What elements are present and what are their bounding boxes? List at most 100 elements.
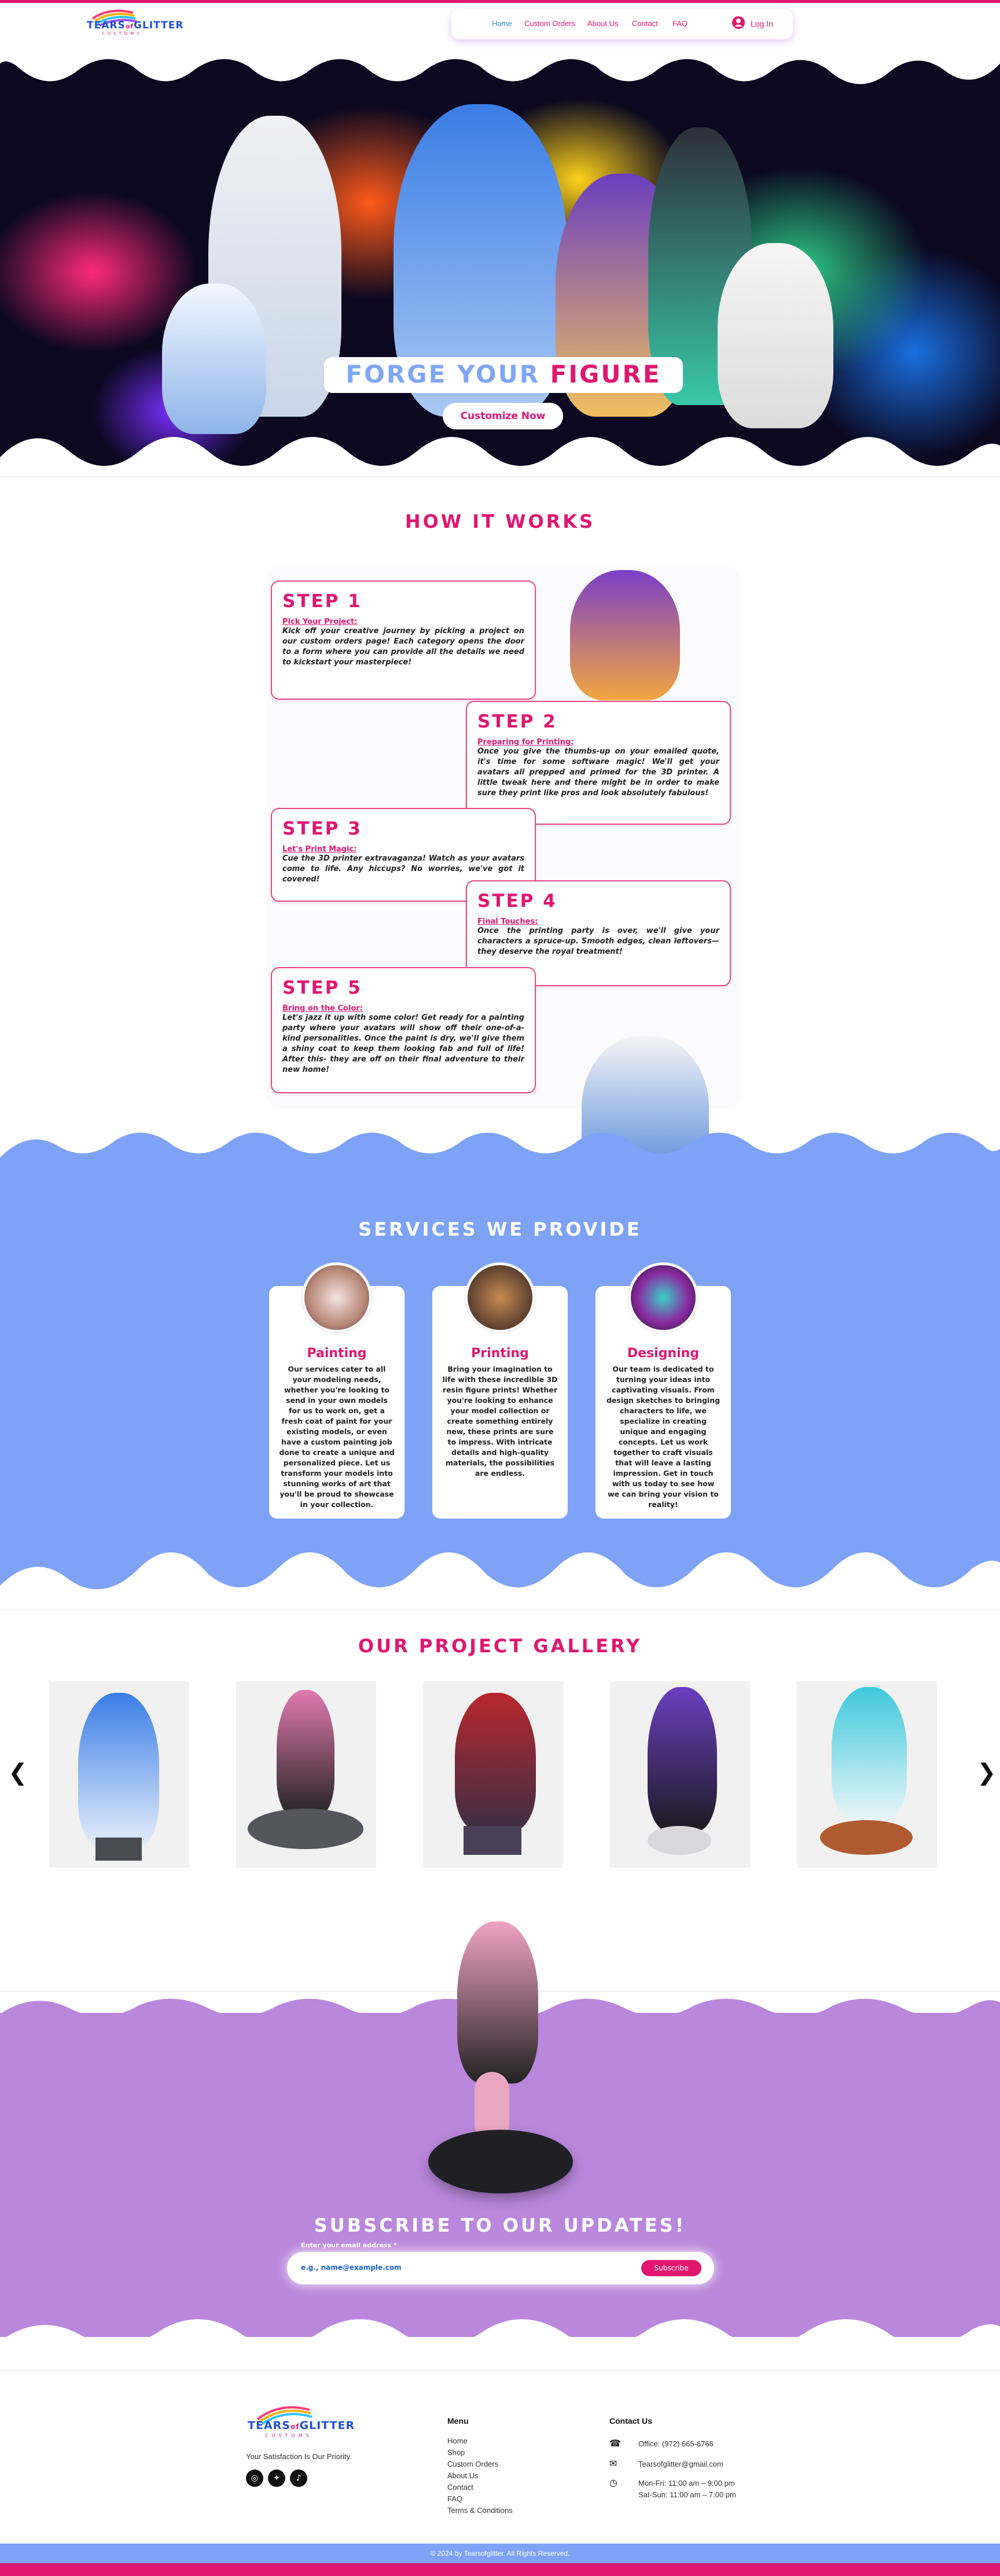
- service-card-designing: Designing Our team is dedicated to turni…: [595, 1263, 731, 1519]
- gallery-prev-arrow[interactable]: ❮: [8, 1759, 28, 1786]
- footer-bottom-accent: [0, 2563, 1000, 2576]
- gallery-base: [95, 1838, 142, 1861]
- phone-icon: ☎: [609, 2438, 621, 2449]
- step-subtitle: Pick Your Project:: [282, 618, 358, 626]
- step-card-1: STEP 1 Pick Your Project: Kick off your …: [271, 580, 536, 700]
- customize-now-button[interactable]: Customize Now: [443, 403, 563, 429]
- service-name: Painting: [307, 1346, 367, 1361]
- footer-link-shop[interactable]: Shop: [447, 2448, 465, 2457]
- step-text: Kick off your creative journey by pickin…: [282, 627, 524, 667]
- gallery-item-2[interactable]: [236, 1681, 376, 1868]
- hero-title: FORGE YOUR FIGURE: [345, 360, 661, 388]
- step-title: STEP 2: [477, 711, 557, 732]
- step-subtitle: Final Touches:: [477, 917, 538, 926]
- user-avatar-icon[interactable]: [732, 16, 745, 29]
- subscribe-title: SUBSCRIBE TO OUR UPDATES!: [314, 2214, 686, 2236]
- top-accent-line: [0, 0, 1000, 3]
- how-it-works-title: HOW IT WORKS: [405, 510, 595, 532]
- step-text: Let's jazz it up with some color! Get re…: [282, 1013, 524, 1074]
- hero-bottom-wave: [0, 437, 1000, 480]
- gallery-next-arrow[interactable]: ❯: [977, 1759, 997, 1786]
- instagram-icon[interactable]: ◎: [246, 2470, 263, 2487]
- service-description: Our services cater to all your modeling …: [279, 1365, 395, 1509]
- gallery-figure: [78, 1693, 159, 1849]
- divider: [0, 476, 1000, 477]
- step-card-2: STEP 2 Preparing for Printing: Once you …: [466, 701, 731, 825]
- nav-about-us[interactable]: About Us: [587, 19, 618, 28]
- gallery-item-3[interactable]: [423, 1681, 563, 1868]
- printing-image: [465, 1263, 535, 1332]
- step-title: STEP 4: [477, 891, 557, 912]
- subscribe-bottom-wave: [0, 2319, 1000, 2364]
- gallery-figure: [455, 1693, 536, 1832]
- nav-contact[interactable]: Contact: [632, 19, 658, 28]
- gallery-item-5[interactable]: [797, 1681, 937, 1868]
- footer-logo-subtext: CUSTOMS: [265, 2433, 312, 2438]
- login-link[interactable]: Log In: [751, 19, 773, 28]
- footer-contact-title: Contact Us: [609, 2416, 652, 2426]
- service-name: Printing: [471, 1346, 529, 1361]
- gallery-base: [464, 1826, 521, 1855]
- logo-text: TEARSofGLITTER: [87, 20, 184, 31]
- footer-email[interactable]: Tearsofglitter@gmail.com: [638, 2460, 723, 2468]
- gallery-figure: [277, 1690, 334, 1817]
- logo-subtext: CUSTOMS: [102, 31, 142, 36]
- footer-link-about[interactable]: About Us: [447, 2471, 478, 2480]
- subscribe-figure: [417, 1921, 579, 2199]
- footer-logo-text: TEARSofGLITTER: [248, 2419, 355, 2432]
- figure-pink-hair: [457, 1921, 538, 2083]
- step-title: STEP 5: [282, 978, 362, 998]
- step-text: Once the printing party is over, we'll g…: [477, 927, 719, 956]
- mail-icon: ✉: [609, 2458, 617, 2469]
- step-text: Once you give the thumbs-up on your emai…: [477, 747, 719, 798]
- service-name: Designing: [627, 1346, 700, 1361]
- email-placeholder: e.g., name@example.com: [301, 2263, 402, 2272]
- gallery-base: [820, 1820, 913, 1855]
- designing-image: [628, 1263, 698, 1332]
- gallery-base: [248, 1809, 363, 1849]
- service-description: Bring your imagination to life with thes…: [442, 1365, 558, 1478]
- figure-witch-step: [570, 570, 680, 700]
- gallery-item-4[interactable]: [610, 1681, 750, 1868]
- service-card-printing: Printing Bring your imagination to life …: [432, 1263, 568, 1519]
- nav-faq[interactable]: FAQ: [672, 19, 688, 28]
- step-subtitle: Let's Print Magic:: [282, 845, 357, 854]
- step-subtitle: Preparing for Printing:: [477, 738, 574, 747]
- services-top-wave: [0, 1133, 1000, 1163]
- footer-hours-weekday: Mon-Fri: 11:00 am – 9:00 pm: [638, 2479, 735, 2487]
- services-title: SERVICES WE PROVIDE: [358, 1218, 642, 1240]
- service-card-painting: Painting Our services cater to all your …: [269, 1263, 405, 1519]
- divider: [0, 2370, 1000, 2371]
- figure-small-white: [162, 284, 266, 434]
- footer-link-terms[interactable]: Terms & Conditions: [447, 2506, 513, 2515]
- gallery-base: [648, 1826, 711, 1855]
- tiktok-icon[interactable]: ♪: [290, 2470, 307, 2487]
- footer-link-custom-orders[interactable]: Custom Orders: [447, 2460, 498, 2468]
- step-title: STEP 1: [282, 591, 362, 612]
- copyright-text: © 2024 by Tearsofglitter. All Rights Res…: [430, 2549, 570, 2557]
- hero-top-wave: [0, 52, 1000, 84]
- figure-white-cat: [718, 243, 833, 428]
- email-label: Enter your email address *: [301, 2241, 397, 2249]
- gallery-figure: [832, 1687, 907, 1820]
- nav-custom-orders[interactable]: Custom Orders: [524, 19, 575, 28]
- twitter-icon[interactable]: ✦: [268, 2470, 285, 2487]
- step-card-5: STEP 5 Bring on the Color: Let's jazz it…: [271, 967, 536, 1093]
- gallery-figure: [648, 1687, 717, 1832]
- clock-icon: ◷: [609, 2477, 617, 2488]
- step-title: STEP 3: [282, 818, 362, 839]
- footer-phone[interactable]: Office: (972) 665-6766: [638, 2439, 714, 2448]
- step-subtitle: Bring on the Color:: [282, 1004, 363, 1013]
- footer-link-home[interactable]: Home: [447, 2437, 468, 2445]
- footer-link-contact[interactable]: Contact: [447, 2483, 473, 2492]
- service-description: Our team is dedicated to turning your id…: [606, 1365, 720, 1509]
- gallery-item-1[interactable]: [49, 1681, 189, 1868]
- footer-link-faq[interactable]: FAQ: [447, 2494, 462, 2503]
- subscribe-button[interactable]: Subscribe: [641, 2260, 701, 2276]
- gallery-title: OUR PROJECT GALLERY: [358, 1635, 642, 1657]
- footer-menu-title: Menu: [447, 2416, 469, 2426]
- footer-hours-weekend: Sat-Sun: 11:00 am – 7:00 pm: [638, 2490, 736, 2499]
- nav-home[interactable]: Home: [492, 19, 512, 28]
- figure-base: [428, 2130, 573, 2193]
- footer-tagline: Your Satisfaction Is Our Priority.: [246, 2452, 352, 2461]
